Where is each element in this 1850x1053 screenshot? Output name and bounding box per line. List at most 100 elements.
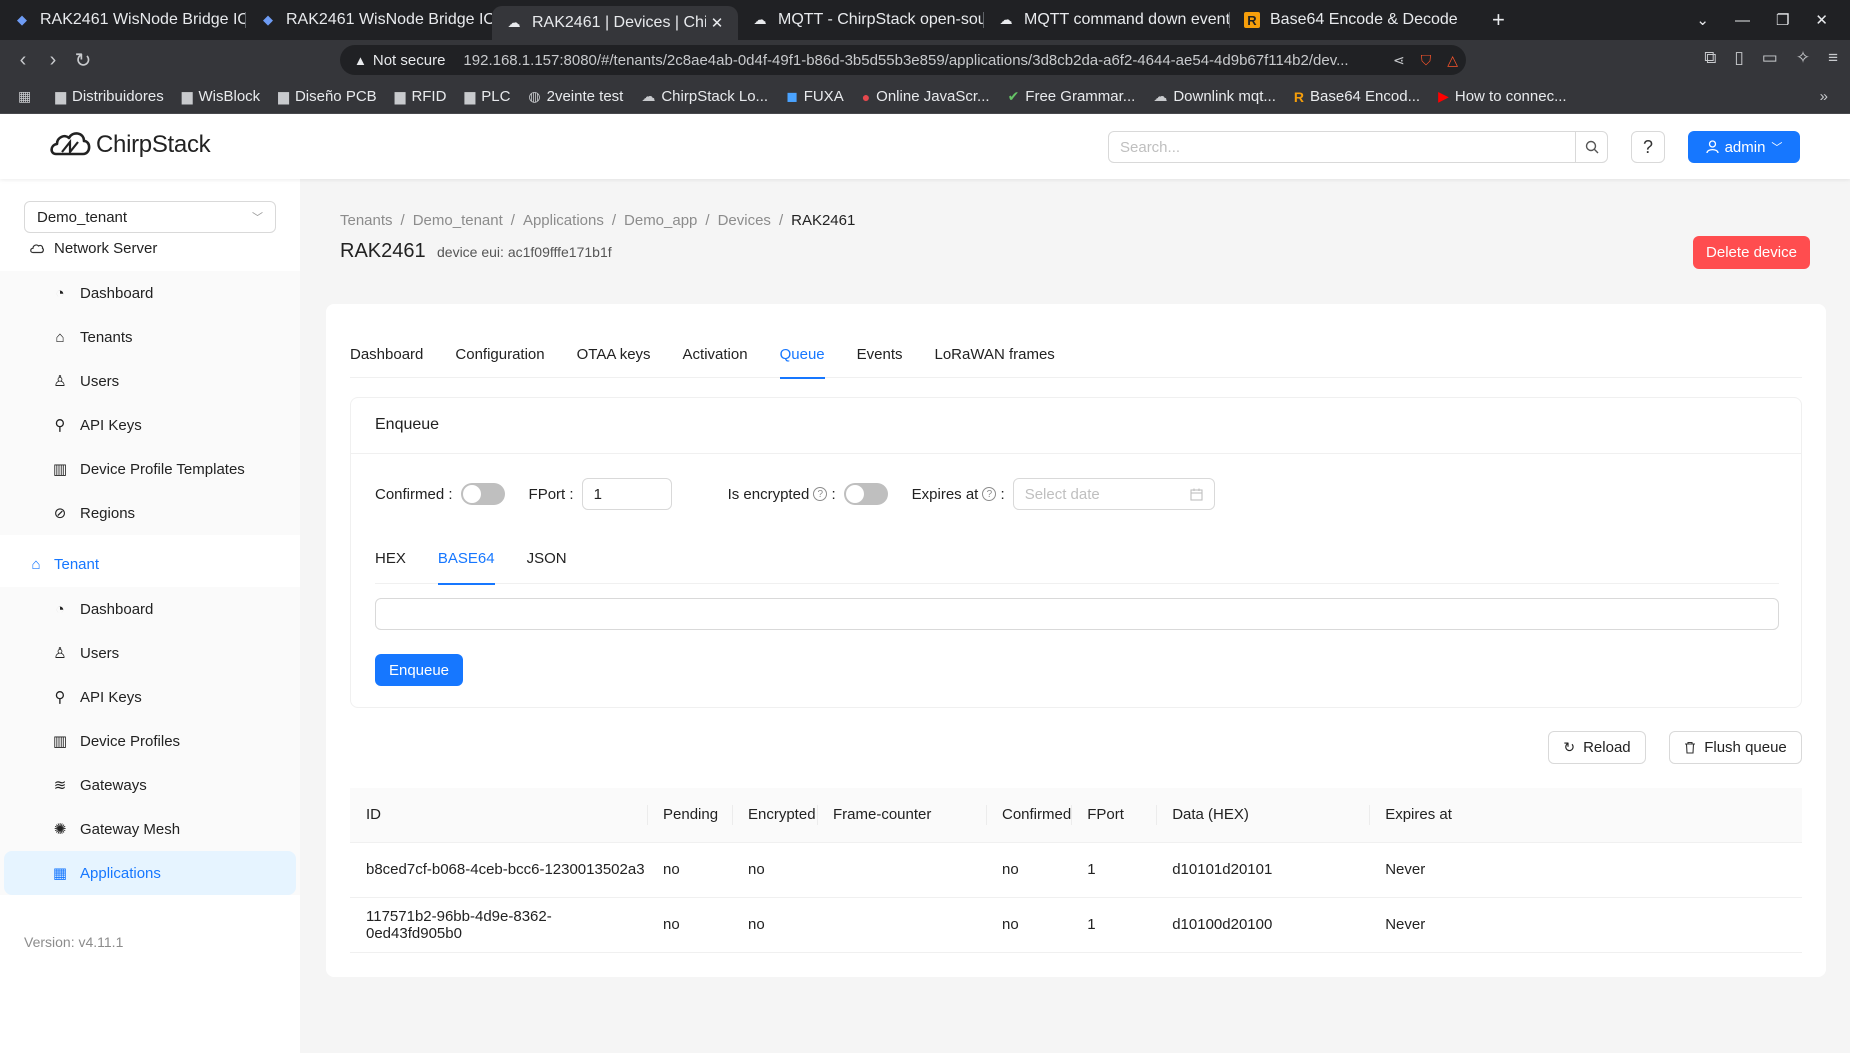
brave-rewards-icon[interactable]: △ xyxy=(1447,52,1458,69)
breadcrumb-item[interactable]: Demo_app xyxy=(624,212,697,229)
tab-dashboard[interactable]: Dashboard xyxy=(350,328,423,378)
sidebar-icon[interactable]: ▯ xyxy=(1734,48,1743,68)
menu-icon[interactable]: ≡ xyxy=(1828,48,1838,68)
bookmark-item[interactable]: ● Online JavaScr... xyxy=(862,88,990,105)
menu-group-tenant[interactable]: ⌂ Tenant xyxy=(0,541,300,587)
tab-configuration[interactable]: Configuration xyxy=(455,328,544,378)
help-button[interactable]: ? xyxy=(1631,131,1665,163)
maximize-icon[interactable]: ❐ xyxy=(1776,11,1789,29)
breadcrumb-item[interactable]: Applications xyxy=(523,212,604,229)
globe-icon: ◍ xyxy=(528,88,541,104)
breadcrumb-item[interactable]: Devices xyxy=(718,212,771,229)
enqueue-card: Enqueue Confirmed : FPort : 1 Is encrypt… xyxy=(350,397,1802,708)
browser-tab[interactable]: R Base64 Encode & Decode xyxy=(1230,0,1476,40)
version-label: Version: v4.11.1 xyxy=(24,934,124,950)
wallet-icon[interactable]: ▭ xyxy=(1762,48,1778,68)
bookmark-item[interactable]: ▆ Diseño PCB xyxy=(278,88,376,105)
payload-input[interactable] xyxy=(375,598,1779,630)
tab-lorawan-frames[interactable]: LoRaWAN frames xyxy=(935,328,1055,378)
sidebar-item-device-profile-templates[interactable]: ▥ Device Profile Templates xyxy=(0,447,300,491)
reload-button[interactable]: ↻ Reload xyxy=(1548,731,1646,764)
bookmark-item[interactable]: ◼ FUXA xyxy=(786,88,844,105)
search-button[interactable] xyxy=(1575,132,1607,162)
share-icon[interactable]: ⋖ xyxy=(1393,52,1405,69)
address-bar[interactable]: ▲ Not secure 192.168.1.157:8080/#/tenant… xyxy=(340,45,1466,75)
column-header: Pending xyxy=(647,788,732,843)
sidebar-item-gateways[interactable]: ≋ Gateways xyxy=(0,763,300,807)
tab-queue[interactable]: Queue xyxy=(779,328,825,379)
bookmark-item[interactable]: ☁ Downlink mqt... xyxy=(1153,88,1276,105)
sidebar-item-tenants[interactable]: ⌂ Tenants xyxy=(0,315,300,359)
forward-icon[interactable]: › xyxy=(38,49,68,72)
reload-page-icon[interactable]: ↻ xyxy=(68,48,98,73)
browser-tab[interactable]: ◆ RAK2461 WisNode Bridge IO xyxy=(246,0,492,40)
is-encrypted-toggle[interactable] xyxy=(843,483,888,505)
sidebar-item-regions[interactable]: ⊘ Regions xyxy=(0,491,300,535)
sidebar-item-api-keys[interactable]: ⚲ API Keys xyxy=(0,675,300,719)
cell-confirmed: no xyxy=(986,897,1072,953)
close-window-icon[interactable]: ✕ xyxy=(1815,11,1828,29)
bookmark-item[interactable]: ☁ ChirpStack Lo... xyxy=(641,88,768,105)
folder-icon: ▆ xyxy=(394,88,406,104)
tab-json[interactable]: JSON xyxy=(527,538,567,584)
apps-grid-icon[interactable]: ▦ xyxy=(18,88,37,105)
menu-group-network-server[interactable]: Network Server xyxy=(0,225,300,271)
dashboard-icon: ◔ xyxy=(55,284,65,302)
bookmark-item[interactable]: R Base64 Encod... xyxy=(1294,88,1420,105)
expires-at-date-picker[interactable]: Select date xyxy=(1012,478,1215,510)
tab-otaa-keys[interactable]: OTAA keys xyxy=(577,328,651,378)
tab-hex[interactable]: HEX xyxy=(375,538,406,584)
confirmed-toggle[interactable] xyxy=(460,483,505,505)
device-card: Dashboard Configuration OTAA keys Activa… xyxy=(326,304,1826,977)
bookmark-item[interactable]: ▆ RFID xyxy=(395,88,447,105)
profile-icon: ▥ xyxy=(52,461,68,478)
queue-table: ID Pending Encrypted Frame-counter Confi… xyxy=(350,788,1802,953)
tab-base64[interactable]: BASE64 xyxy=(437,538,495,585)
tab-activation[interactable]: Activation xyxy=(683,328,748,378)
user-menu-button[interactable]: admin ﹀ xyxy=(1688,131,1800,163)
sidebar-item-device-profiles[interactable]: ▥ Device Profiles xyxy=(0,719,300,763)
sidebar-item-users[interactable]: ♙ Users xyxy=(0,631,300,675)
sidebar-item-applications[interactable]: ▦ Applications xyxy=(4,851,296,895)
bookmark-item[interactable]: ▆ PLC xyxy=(464,88,510,105)
close-tab-icon[interactable]: ✕ xyxy=(706,14,728,32)
bookmark-item[interactable]: ✔ Free Grammar... xyxy=(1008,88,1136,105)
chirpstack-logo[interactable]: ChirpStack xyxy=(48,128,211,162)
extensions-icon[interactable]: ⧉ xyxy=(1704,48,1716,68)
sidebar-item-gateway-mesh[interactable]: ✺ Gateway Mesh xyxy=(0,807,300,851)
sidebar-item-ns-users[interactable]: ♙ Users xyxy=(0,359,300,403)
bookmark-item[interactable]: ◍ 2veinte test xyxy=(528,88,623,105)
brave-shield-icon[interactable]: ⛉ xyxy=(1421,52,1432,69)
browser-tab[interactable]: ◆ RAK2461 WisNode Bridge IO xyxy=(0,0,246,40)
browser-tab-active[interactable]: ☁ RAK2461 | Devices | ChirpStack ✕ xyxy=(492,6,738,40)
device-tabs: Dashboard Configuration OTAA keys Activa… xyxy=(350,328,1802,379)
sidebar-item-dashboard[interactable]: ◔ Dashboard xyxy=(0,587,300,631)
more-bookmarks-icon[interactable]: » xyxy=(1820,88,1828,105)
question-circle-icon: ? xyxy=(813,487,828,501)
browser-tab[interactable]: ☁ MQTT - ChirpStack open-source xyxy=(738,0,984,40)
tab-events[interactable]: Events xyxy=(857,328,903,378)
flush-queue-button[interactable]: Flush queue xyxy=(1669,731,1802,764)
search-input[interactable] xyxy=(1109,132,1575,162)
breadcrumb-item[interactable]: Demo_tenant xyxy=(413,212,503,229)
table-header-row: ID Pending Encrypted Frame-counter Confi… xyxy=(350,788,1802,843)
chirpstack-icon: ☁ xyxy=(753,12,767,27)
key-icon: ⚲ xyxy=(54,689,66,706)
tab-search-icon[interactable]: ⌄ xyxy=(1696,11,1709,29)
leo-icon[interactable]: ✧ xyxy=(1796,48,1810,68)
cell-id: 117571b2-96bb-4d9e-8362-0ed43fd905b0 xyxy=(350,897,647,953)
bookmark-item[interactable]: ▶ How to connec... xyxy=(1438,88,1567,105)
search-box xyxy=(1108,131,1608,163)
new-tab-icon[interactable]: + xyxy=(1492,7,1505,33)
breadcrumb-item[interactable]: Tenants xyxy=(340,212,393,229)
delete-device-button[interactable]: Delete device xyxy=(1693,236,1810,269)
bookmark-item[interactable]: ▆ WisBlock xyxy=(182,88,260,105)
minimize-icon[interactable]: — xyxy=(1735,12,1750,29)
enqueue-button[interactable]: Enqueue xyxy=(375,654,463,686)
fport-input[interactable]: 1 xyxy=(581,478,672,510)
sidebar-item-ns-dashboard[interactable]: ◔ Dashboard xyxy=(0,271,300,315)
bookmark-item[interactable]: ▆ Distribuidores xyxy=(55,88,163,105)
back-icon[interactable]: ‹ xyxy=(8,49,38,72)
browser-tab[interactable]: ☁ MQTT command down event xyxy=(984,0,1230,40)
sidebar-item-ns-api-keys[interactable]: ⚲ API Keys xyxy=(0,403,300,447)
